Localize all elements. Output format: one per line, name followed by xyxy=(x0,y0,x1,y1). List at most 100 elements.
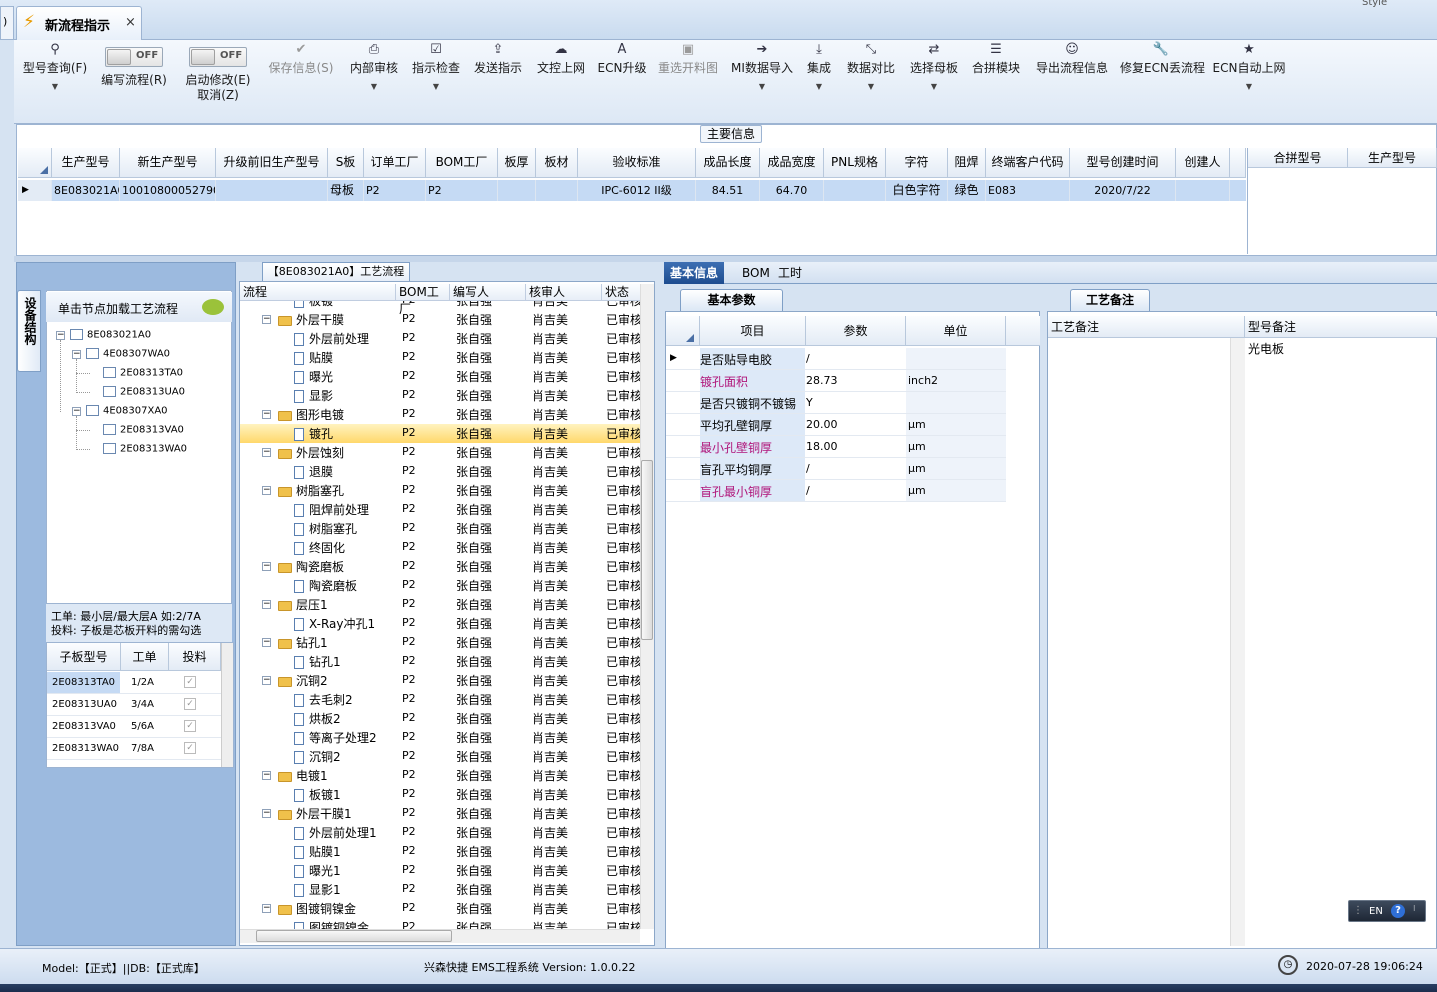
start-modify-toggle[interactable]: OFF 启动修改(E) 取消(Z) xyxy=(180,40,256,124)
tree-node[interactable]: 4E08307WA0 xyxy=(86,348,170,360)
col-header[interactable]: 板厚 xyxy=(498,148,536,178)
data-compare-button[interactable]: ⤡ 数据对比 ▼ xyxy=(844,40,898,124)
process-row[interactable]: 镀孔 P2 张自强 肖吉美 已审核 xyxy=(240,424,640,443)
tree-node[interactable]: 2E08313UA0 xyxy=(103,386,185,398)
tree-node[interactable]: 2E08313VA0 xyxy=(103,424,184,436)
cell-thickness[interactable] xyxy=(498,180,536,201)
param-value[interactable]: / xyxy=(806,484,810,497)
param-value[interactable]: 28.73 xyxy=(806,374,838,387)
process-row[interactable]: − 图形电镀 P2 张自强 肖吉美 已审核 xyxy=(240,405,640,424)
cell-material[interactable] xyxy=(536,180,578,201)
cell-legend-ink[interactable]: 白色字符 xyxy=(886,180,948,201)
col-header[interactable]: 生产型号 xyxy=(1348,148,1437,168)
tree-node[interactable]: 8E083021A0 xyxy=(70,329,151,341)
style-label[interactable]: Style xyxy=(1362,0,1387,8)
settings-icon[interactable]: ⁝ xyxy=(1413,904,1416,913)
col-header[interactable]: 工单 xyxy=(121,643,169,671)
process-row[interactable]: X-Ray冲孔1 P2 张自强 肖吉美 已审核 xyxy=(240,614,640,633)
col-header[interactable]: 编写人 xyxy=(450,284,526,301)
process-row[interactable]: − 外层干膜 P2 张自强 肖吉美 已审核 xyxy=(240,310,640,329)
tab-process-remarks[interactable]: 工艺备注 xyxy=(1070,289,1150,311)
col-header[interactable]: 新生产型号 xyxy=(120,148,216,178)
col-header[interactable]: 状态 xyxy=(602,284,640,301)
cell-bom-factory[interactable]: P2 xyxy=(428,180,498,201)
toggle-switch[interactable]: OFF xyxy=(105,47,163,67)
feed-checkbox[interactable]: ✓ xyxy=(184,742,196,754)
process-row[interactable]: 曝光1 P2 张自强 肖吉美 已审核 xyxy=(240,861,640,880)
close-tab-button[interactable]: × xyxy=(125,15,136,30)
tree-node[interactable]: 2E08313TA0 xyxy=(103,367,183,379)
param-row[interactable]: 盲孔最小铜厚 / μm xyxy=(666,480,1006,502)
cell-solder-mask[interactable]: 绿色 xyxy=(948,180,986,201)
cancel-button[interactable]: 取消(Z) xyxy=(180,88,256,103)
col-header[interactable]: 参数 xyxy=(806,316,906,346)
process-row[interactable]: − 沉铜2 P2 张自强 肖吉美 已审核 xyxy=(240,671,640,690)
param-row[interactable]: ▶ 是否贴导电胶 / xyxy=(666,348,1006,370)
process-row[interactable]: 贴膜 P2 张自强 肖吉美 已审核 xyxy=(240,348,640,367)
process-row[interactable]: 外层前处理1 P2 张自强 肖吉美 已审核 xyxy=(240,823,640,842)
cell-pnl[interactable] xyxy=(824,180,886,201)
save-info-button[interactable]: ✔ 保存信息(S) xyxy=(264,40,338,124)
feed-checkbox[interactable]: ✓ xyxy=(184,676,196,688)
process-row[interactable]: 钻孔1 P2 张自强 肖吉美 已审核 xyxy=(240,652,640,671)
tab-bom[interactable]: BOM xyxy=(736,262,776,284)
col-header[interactable]: 投料 xyxy=(169,643,221,671)
process-row[interactable]: 退膜 P2 张自强 肖吉美 已审核 xyxy=(240,462,640,481)
tree-expand-toggle[interactable]: − xyxy=(262,771,271,780)
tree-expand-toggle[interactable]: − xyxy=(262,315,271,324)
send-instruction-button[interactable]: ⇪ 发送指示 xyxy=(470,40,526,124)
col-header[interactable]: PNL规格 xyxy=(824,148,886,178)
process-row[interactable]: − 树脂塞孔 P2 张自强 肖吉美 已审核 xyxy=(240,481,640,500)
col-header[interactable]: 阻焊 xyxy=(948,148,986,178)
param-value[interactable]: / xyxy=(806,352,810,365)
tree-expand-toggle[interactable]: − xyxy=(56,331,65,340)
reselect-cut-chart-button[interactable]: ▣ 重选开料图 xyxy=(654,40,722,124)
col-header[interactable]: 升级前旧生产型号 xyxy=(216,148,328,178)
feed-checkbox[interactable]: ✓ xyxy=(184,698,196,710)
tree-expand-toggle[interactable]: − xyxy=(262,486,271,495)
col-header[interactable]: 成品宽度 xyxy=(760,148,824,178)
process-row[interactable]: 去毛刺2 P2 张自强 肖吉美 已审核 xyxy=(240,690,640,709)
col-header[interactable]: 成品长度 xyxy=(696,148,760,178)
process-row[interactable]: 显影1 P2 张自强 肖吉美 已审核 xyxy=(240,880,640,899)
tab-device-structure[interactable]: 设备结构 xyxy=(17,290,41,372)
process-row[interactable]: − 外层干膜1 P2 张自强 肖吉美 已审核 xyxy=(240,804,640,823)
cell-old-model[interactable] xyxy=(216,180,328,201)
table-row[interactable]: 2E08313VA0 5/6A ✓ xyxy=(47,716,221,738)
fix-ecn-lost-flow-button[interactable]: 🔧 修复ECN丢流程 xyxy=(1120,40,1205,124)
tree-expand-toggle[interactable]: − xyxy=(262,638,271,647)
toggle-switch[interactable]: OFF xyxy=(189,47,247,67)
param-row[interactable]: 是否只镀铜不镀锡 Y xyxy=(666,392,1006,414)
tree-expand-toggle[interactable]: − xyxy=(262,600,271,609)
param-row[interactable]: 盲孔平均铜厚 / μm xyxy=(666,458,1006,480)
param-row[interactable]: 镀孔面积 28.73 inch2 xyxy=(666,370,1006,392)
table-row[interactable]: ▶ 8E083021A0 10010800052790 母板 P2 P2 IPC… xyxy=(18,180,1246,201)
table-row[interactable]: 2E08313TA0 1/2A ✓ xyxy=(47,672,221,694)
process-row[interactable]: − 电镀1 P2 张自强 肖吉美 已审核 xyxy=(240,766,640,785)
tree-expand-toggle[interactable]: − xyxy=(262,809,271,818)
process-row[interactable]: 外层前处理 P2 张自强 肖吉美 已审核 xyxy=(240,329,640,348)
feed-checkbox[interactable]: ✓ xyxy=(184,720,196,732)
process-row[interactable]: 曝光 P2 张自强 肖吉美 已审核 xyxy=(240,367,640,386)
doc-control-upload-button[interactable]: ☁ 文控上网 xyxy=(532,40,590,124)
mi-import-button[interactable]: ➔ MI数据导入 ▼ xyxy=(728,40,796,124)
col-header[interactable]: 核审人 xyxy=(526,284,602,301)
process-row[interactable]: − 钻孔1 P2 张自强 肖吉美 已审核 xyxy=(240,633,640,652)
vertical-scrollbar[interactable] xyxy=(1231,338,1245,946)
table-row[interactable]: 2E08313WA0 7/8A ✓ xyxy=(47,738,221,760)
col-header[interactable]: 项目 xyxy=(700,316,806,346)
param-row[interactable]: 最小孔壁铜厚 18.00 μm xyxy=(666,436,1006,458)
tree-node[interactable]: 4E08307XA0 xyxy=(86,405,168,417)
param-value[interactable]: 20.00 xyxy=(806,418,838,431)
col-header[interactable]: 板材 xyxy=(536,148,578,178)
col-header[interactable]: BOM工厂 xyxy=(426,148,498,178)
col-header[interactable]: 型号创建时间 xyxy=(1070,148,1176,178)
col-header[interactable]: 字符 xyxy=(886,148,948,178)
process-row[interactable]: 陶瓷磨板 P2 张自强 肖吉美 已审核 xyxy=(240,576,640,595)
process-row[interactable]: 板镀1 P2 张自强 肖吉美 已审核 xyxy=(240,785,640,804)
col-header[interactable]: 单位 xyxy=(906,316,1006,346)
process-row[interactable]: 显影 P2 张自强 肖吉美 已审核 xyxy=(240,386,640,405)
process-remark-text[interactable] xyxy=(1048,338,1231,946)
tab-new-flow-instruction[interactable]: ⚡ 新流程指示 × xyxy=(16,6,142,40)
internal-review-button[interactable]: ⎙ 内部审核 ▼ xyxy=(346,40,402,124)
